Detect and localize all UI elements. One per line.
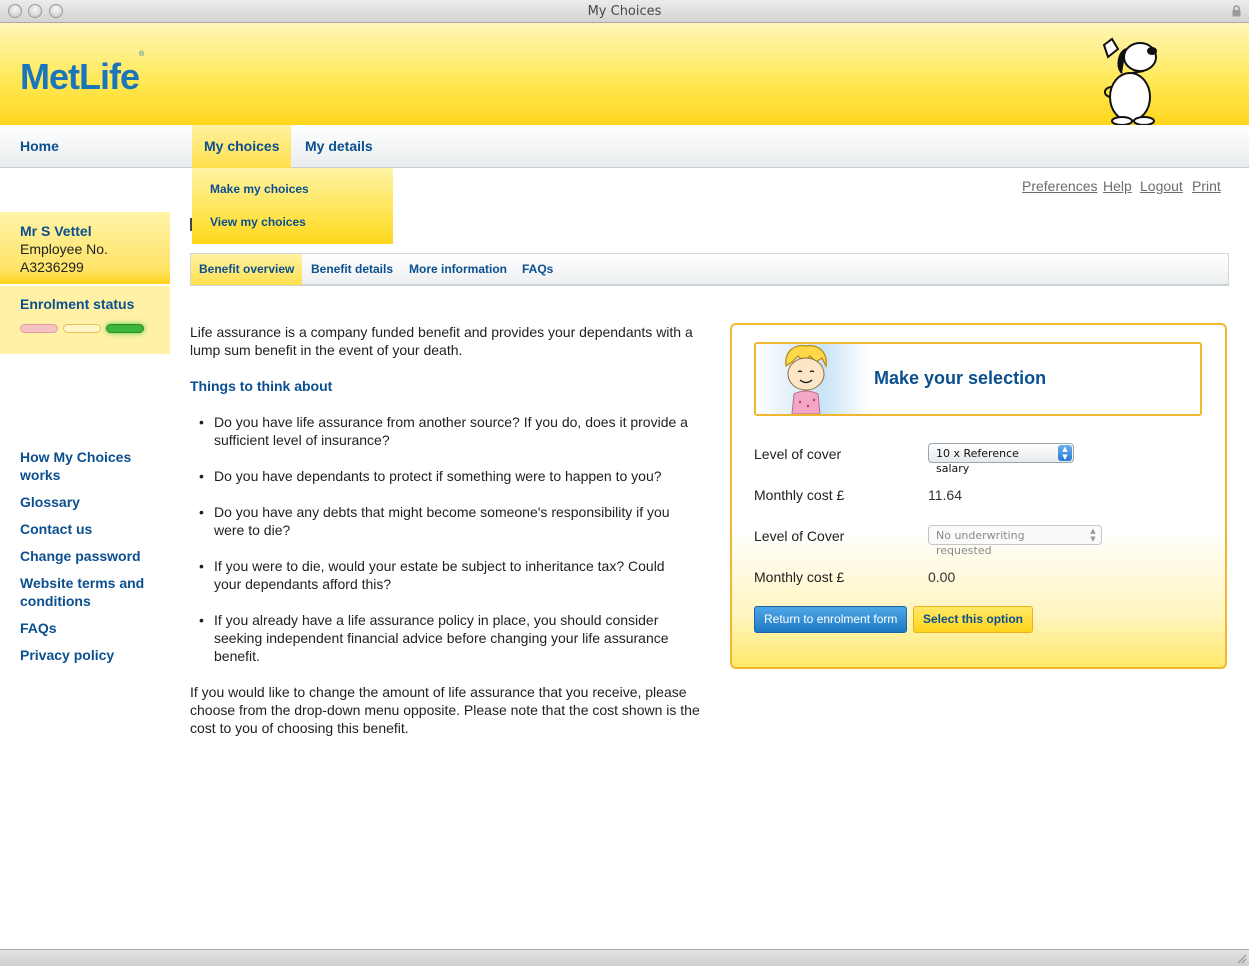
- snoopy-illustration: [1102, 37, 1157, 126]
- monthly-cost-2-value: 0.00: [928, 569, 956, 585]
- link-glossary[interactable]: Glossary: [20, 493, 160, 511]
- level-of-cover-2-label: Level of Cover: [754, 528, 845, 544]
- things-list: Do you have life assurance from another …: [190, 413, 710, 665]
- monthly-cost-2-label: Monthly cost £: [754, 569, 845, 585]
- preferences-link[interactable]: Preferences: [1022, 178, 1097, 194]
- select-arrows-icon: ▲ ▼: [1090, 527, 1096, 543]
- help-link[interactable]: Help: [1103, 178, 1132, 194]
- brand-header: MetLife®: [0, 23, 1249, 126]
- nav-my-details[interactable]: My details: [293, 125, 385, 168]
- link-faqs[interactable]: FAQs: [20, 619, 160, 637]
- menu-item-make-my-choices[interactable]: Make my choices: [210, 182, 309, 196]
- intro-text: Life assurance is a company funded benef…: [190, 324, 693, 358]
- status-step-1-indicator: [20, 324, 58, 333]
- nav-my-choices[interactable]: My choices: [192, 125, 292, 168]
- link-website-terms[interactable]: Website terms and conditions: [20, 574, 160, 610]
- selection-panel: Make your selection Level of cover 10 x …: [730, 323, 1227, 669]
- status-step-2-indicator: [63, 324, 101, 333]
- window-titlebar: My Choices: [0, 0, 1249, 23]
- status-step-3-indicator: [106, 324, 144, 333]
- lock-icon: [1232, 5, 1241, 17]
- employee-number: A3236299: [20, 259, 84, 275]
- menu-item-view-my-choices[interactable]: View my choices: [210, 215, 306, 229]
- benefit-tabs: Benefit overview Benefit details More in…: [190, 253, 1229, 286]
- things-to-think-heading: Things to think about: [190, 378, 333, 394]
- tab-more-information[interactable]: More information: [401, 254, 515, 285]
- link-privacy-policy[interactable]: Privacy policy: [20, 646, 160, 664]
- underwriting-select[interactable]: No underwriting requested ▲ ▼: [928, 525, 1102, 557]
- level-of-cover-value: 10 x Reference salary: [936, 447, 1019, 475]
- main-nav: Home My choices My details: [0, 125, 1249, 168]
- select-arrows-icon: ▲ ▼: [1058, 445, 1072, 461]
- print-link[interactable]: Print: [1192, 178, 1221, 194]
- user-info-box: Mr S Vettel Employee No. A3236299: [0, 212, 170, 284]
- underwriting-value: No underwriting requested: [936, 529, 1025, 557]
- selection-panel-header: Make your selection: [754, 342, 1202, 416]
- return-to-enrolment-button[interactable]: Return to enrolment form: [754, 606, 908, 633]
- link-change-password[interactable]: Change password: [20, 547, 160, 565]
- monthly-cost-label: Monthly cost £: [754, 487, 845, 503]
- list-item: Do you have dependants to protect if som…: [190, 467, 690, 485]
- my-choices-dropdown: Make my choices View my choices: [192, 168, 393, 244]
- tab-benefit-details[interactable]: Benefit details: [303, 254, 401, 285]
- list-item: Do you have life assurance from another …: [190, 413, 690, 449]
- side-links: How My Choices works Glossary Contact us…: [20, 448, 160, 673]
- metlife-logo[interactable]: MetLife®: [20, 51, 144, 98]
- enrolment-status-box: Enrolment status: [0, 286, 170, 354]
- benefit-content: Life assurance is a company funded benef…: [190, 323, 710, 755]
- tab-faqs[interactable]: FAQs: [514, 254, 561, 285]
- text-cursor-mark: [190, 218, 192, 231]
- link-how-my-choices-works[interactable]: How My Choices works: [20, 448, 160, 484]
- level-of-cover-label: Level of cover: [754, 446, 842, 462]
- list-item: If you were to die, would your estate be…: [190, 557, 690, 593]
- enrolment-status-title: Enrolment status: [20, 296, 135, 312]
- employee-label: Employee No.: [20, 241, 108, 257]
- sally-illustration: [785, 345, 827, 414]
- list-item: Do you have any debts that might become …: [190, 503, 690, 539]
- logout-link[interactable]: Logout: [1140, 178, 1183, 194]
- outro-text: If you would like to change the amount o…: [190, 684, 700, 736]
- selection-title: Make your selection: [874, 368, 1047, 388]
- select-this-option-button[interactable]: Select this option: [913, 606, 1034, 633]
- link-contact-us[interactable]: Contact us: [20, 520, 160, 538]
- window-statusbar: [0, 949, 1249, 966]
- resize-grip-icon[interactable]: [1235, 952, 1247, 964]
- window-title: My Choices: [587, 4, 662, 19]
- nav-home[interactable]: Home: [8, 125, 71, 168]
- monthly-cost-value: 11.64: [928, 487, 962, 503]
- list-item: If you already have a life assurance pol…: [190, 611, 690, 665]
- tab-benefit-overview[interactable]: Benefit overview: [191, 254, 303, 285]
- level-of-cover-select[interactable]: 10 x Reference salary ▲ ▼: [928, 443, 1074, 475]
- user-name: Mr S Vettel: [20, 223, 92, 239]
